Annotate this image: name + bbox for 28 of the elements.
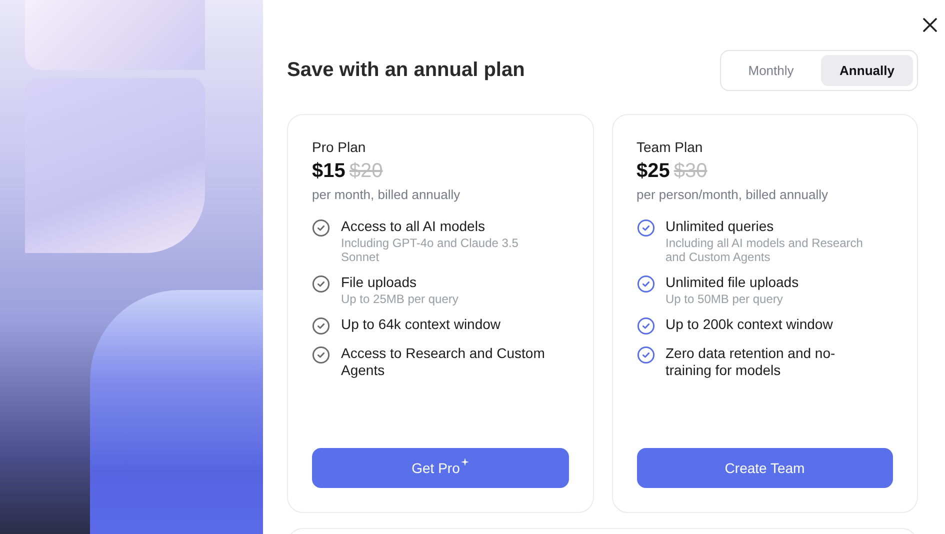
billing-note: per person/month, billed annually [636, 187, 830, 202]
old-price: $30 [674, 160, 708, 183]
dialog-heading: Save with an annual plan [287, 58, 525, 82]
billing-note: per month, billed annually [312, 187, 462, 202]
feature-title: Unlimited queries [666, 218, 775, 235]
old-price: $20 [349, 160, 383, 183]
feature-detail: Including GPT-4o and Claude 3.5 Sonnet [341, 236, 520, 264]
plan-button[interactable]: Get Pro [312, 448, 568, 488]
plan-button[interactable]: Create Team [636, 448, 893, 488]
feature-title: Unlimited file uploads [666, 274, 800, 291]
plan-price: $15 [312, 160, 346, 183]
close-icon [923, 18, 937, 32]
sparkle-icon [460, 458, 469, 466]
feature-title: Access to all AI models [341, 218, 486, 235]
feature-detail: Including all AI models and Research and Custom Agents [666, 236, 864, 264]
feature-title: Up to 200k context window [666, 316, 834, 333]
billing-tab[interactable]: Annually [821, 54, 913, 86]
plan-name: Pro Plan [312, 139, 367, 155]
feature-detail: Up to 25MB per query [341, 292, 460, 306]
feature-title: Zero data retention and no-training for models [666, 345, 836, 379]
feature-detail: Up to 50MB per query [666, 292, 784, 306]
feature-title: Up to 64k context window [341, 316, 502, 333]
plan-price: $25 [636, 160, 670, 183]
plan-name: Team Plan [636, 139, 704, 155]
feature-title: File uploads [341, 274, 418, 291]
billing-tab[interactable]: Monthly [725, 54, 817, 86]
feature-title: Access to Research and Custom Agents [341, 345, 546, 379]
close-button[interactable] [921, 16, 939, 34]
